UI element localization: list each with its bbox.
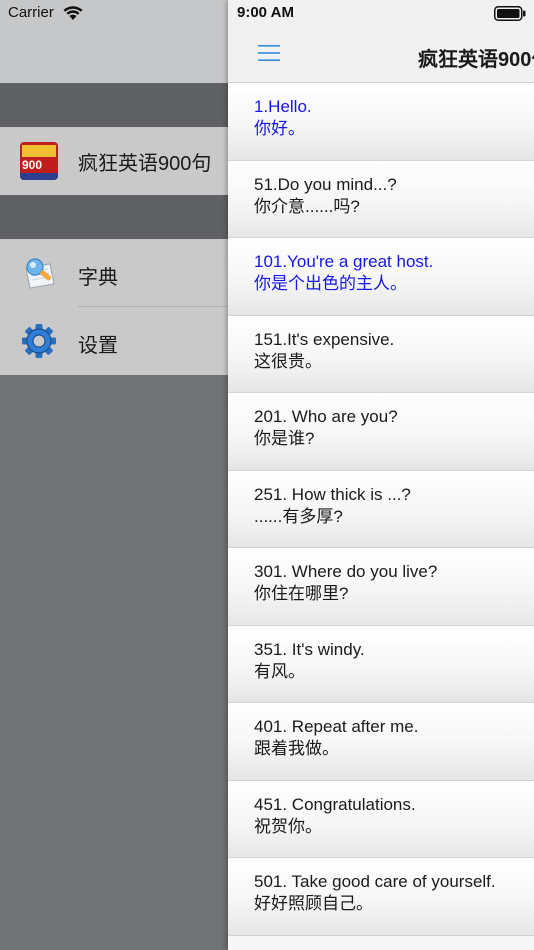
hamburger-icon[interactable] [258, 44, 280, 62]
sentence-english: 301. Where do you live? [254, 562, 438, 581]
sentence-list[interactable]: 1.Hello. 你好。 51.Do you mind...? 你介意......吗?… [228, 83, 534, 950]
sentence-english: 151.It's expensive. [254, 329, 395, 349]
sentence-english: 101.You're a great host. [254, 252, 434, 271]
status-time: 9:00 AM [237, 4, 294, 21]
sentence-row[interactable]: 451. Congratulations. 祝贺你。 [228, 780, 534, 858]
sentence-english: 251. How thick is ...? [254, 484, 411, 504]
gear-icon [22, 324, 56, 358]
sentence-chinese: 你好。 [254, 119, 305, 138]
sentence-chinese: 跟着我做。 [254, 739, 339, 758]
sentence-row[interactable]: 151.It's expensive. 这很贵。 [228, 315, 534, 393]
sentence-row[interactable]: 401. Repeat after me. 跟着我做。 [228, 703, 534, 781]
sentence-chinese: ......有多厚? [254, 506, 343, 526]
sentence-english: 351. It's windy. [254, 639, 365, 659]
sentence-row[interactable]: 301. Where do you live? 你住在哪里? [228, 548, 534, 626]
nav-bar: 疯狂英语900句 [228, 28, 534, 83]
drawer-item-settings-label: 设置 [78, 335, 118, 357]
sentence-chinese: 有风。 [254, 661, 305, 681]
main-panel: 9:00 AM 疯狂英语900句 1.Hello. 你好。 51.Do you mi… [228, 0, 534, 950]
sentence-row[interactable]: 51.Do you mind...? 你介意......吗? [228, 160, 534, 238]
sentence-english: 1.Hello. [254, 97, 312, 116]
app-logo-icon: 900 [20, 142, 58, 180]
drawer-app-name: 疯狂英语900句 [78, 153, 212, 175]
sentence-row[interactable]: 251. How thick is ...? ......有多厚? [228, 470, 534, 548]
sentence-chinese: 这很贵。 [254, 351, 322, 371]
battery-icon [494, 6, 526, 21]
sentence-chinese: 你是个出色的主人。 [254, 274, 407, 293]
sentence-row[interactable]: 1.Hello. 你好。 [228, 83, 534, 161]
sentence-chinese: 你住在哪里? [254, 584, 349, 603]
sentence-row[interactable]: 501. Take good care of yourself. 好好照顾自己。 [228, 858, 534, 936]
sentence-english: 51.Do you mind...? [254, 174, 397, 194]
sentence-chinese: 你是谁? [254, 429, 315, 448]
drawer-item-dictionary-label: 字典 [78, 267, 118, 289]
app-screen: Carrier 900 疯狂英语900句 字典 设置 9:00 AM 疯狂英语9… [0, 0, 534, 950]
sentence-chinese: 祝贺你。 [254, 816, 322, 836]
sentence-english: 201. Who are you? [254, 407, 398, 426]
dictionary-icon [25, 258, 55, 289]
status-bar-right: 9:00 AM [228, 0, 534, 28]
carrier-label: Carrier [8, 4, 54, 21]
wifi-icon [63, 6, 83, 20]
sentence-row[interactable]: 201. Who are you? 你是谁? [228, 393, 534, 471]
sentence-chinese: 好好照顾自己。 [254, 894, 373, 913]
page-title: 疯狂英语900句 [418, 49, 534, 71]
sentence-english: 501. Take good care of yourself. [254, 872, 496, 891]
sentence-english: 451. Congratulations. [254, 794, 416, 814]
sentence-row[interactable]: 101.You're a great host. 你是个出色的主人。 [228, 238, 534, 316]
sentence-chinese: 你介意......吗? [254, 196, 360, 216]
sentence-row[interactable]: 351. It's windy. 有风。 [228, 625, 534, 703]
sentence-english: 401. Repeat after me. [254, 717, 419, 736]
